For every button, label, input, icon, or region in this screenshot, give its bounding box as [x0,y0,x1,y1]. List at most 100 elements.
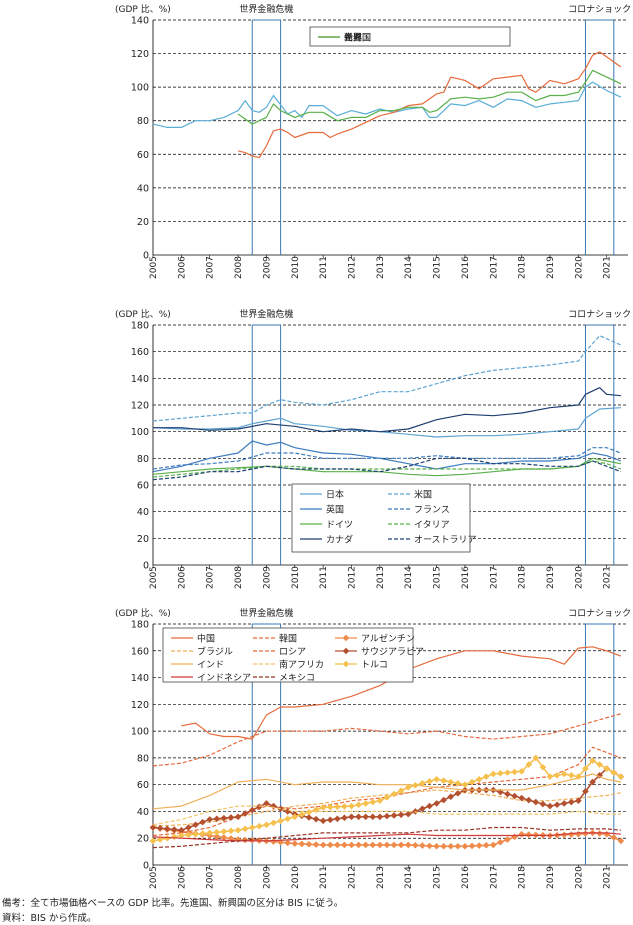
y-tick-label: 20 [137,534,149,545]
x-tick-label: 2010 [291,566,301,589]
data-point-marker [369,813,377,821]
data-point-marker [426,778,433,785]
y-tick-label: 20 [137,217,149,228]
series-line-1-3 [237,69,622,125]
x-tick-label: 2014 [404,566,414,589]
y-axis-title: (GDP 比、%) [115,607,171,619]
x-tick-label: 2015 [433,866,443,889]
x-tick-label: 2013 [376,866,386,889]
x-tick-label: 2006 [177,866,187,889]
data-point-marker [206,816,214,823]
data-point-marker [610,834,618,841]
legend-label: ドイツ [326,521,353,531]
data-point-marker [256,822,263,830]
data-point-marker [532,798,540,806]
data-point-marker [546,802,554,810]
data-point-marker [319,817,327,825]
data-point-marker [489,770,497,778]
y-tick-label: 160 [131,646,149,657]
y-tick-label: 120 [131,401,149,412]
legend-2: 日本英国ドイツカナダ 米国フランスイタリアオーストラリア [291,483,477,553]
data-point-marker [227,814,235,821]
chart-figure: 0204060801001201402005 2006 2007 2008 2009 20… [115,3,631,889]
data-point-marker [567,831,575,838]
y-tick-label: 100 [131,427,149,438]
data-point-marker [334,803,341,811]
y-tick-label: 80 [137,753,149,764]
data-point-marker [263,821,270,829]
y-tick-label: 40 [137,183,149,194]
x-tick-label: 2014 [404,866,414,889]
legend-3: 中国ブラジルインドインドネシア 韓国ロシア南アフリカメキシコ アルゼンチンサウジアラ… [162,627,424,684]
y-tick-label: 100 [131,727,149,738]
data-point-marker [170,826,178,833]
x-tick-label: 2020 [574,256,584,279]
data-point-marker [149,824,157,831]
x-tick-label: 2016 [461,566,471,589]
legend-label: オーストラリア [414,535,477,546]
x-tick-label: 2013 [376,256,386,279]
data-point-marker [497,838,504,846]
data-point-marker [312,841,320,848]
x-tick-label: 2009 [262,566,272,589]
data-point-marker [291,840,299,847]
data-point-marker [440,796,447,804]
data-point-marker [412,841,419,849]
y-tick-label: 40 [137,507,149,518]
data-point-marker [277,817,284,825]
data-point-marker [497,769,504,777]
x-tick-label: 2015 [433,256,443,279]
x-tick-label: 2008 [234,256,244,279]
x-tick-label: 2006 [177,566,187,589]
legend-label: イタリア [414,520,450,531]
legend-label: 日本 [326,489,344,501]
x-tick-label: 2017 [489,866,499,889]
y-tick-label: 60 [137,150,149,161]
data-point-marker [369,841,377,849]
x-tick-label: 2012 [348,256,358,279]
legend-label: トルコ [361,661,388,671]
y-tick-label: 140 [131,374,149,385]
data-point-marker [334,841,341,849]
x-tick-label: 2018 [518,256,528,279]
data-point-marker [582,830,589,837]
x-tick-label: 2009 [262,256,272,279]
data-point-marker [376,841,384,849]
annotation-label: 世界金融危機 [239,3,293,15]
x-tick-label: 2019 [546,256,556,279]
x-tick-label: 2020 [574,566,584,589]
data-point-marker [489,841,497,849]
data-point-marker [504,790,511,798]
data-point-marker [419,805,426,813]
data-point-marker [433,776,440,783]
chart-panel-3: 0204060801001201401601802005 2006 2007 2008… [115,607,631,889]
x-tick-label: 2021 [603,566,613,589]
data-point-marker [199,818,206,826]
data-point-marker [447,793,455,801]
data-point-marker [348,813,355,821]
data-point-marker [397,841,405,849]
y-tick-label: 80 [137,454,149,465]
data-point-marker [270,819,277,827]
data-point-marker [213,828,221,836]
data-point-marker [390,790,398,798]
annotation-label: 世界金融危機 [239,308,293,320]
data-point-marker [610,769,618,776]
y-tick-label: 60 [137,481,149,492]
y-tick-label: 140 [131,673,149,684]
x-tick-label: 2007 [206,866,216,889]
data-point-marker [369,798,377,806]
data-point-marker [383,812,391,820]
legend-label: ブラジル [197,646,233,658]
data-point-marker [504,769,511,776]
data-point-marker [355,841,362,849]
x-tick-label: 2018 [518,866,528,889]
series-line-2-7 [153,387,621,433]
legend-label: インド [197,661,224,671]
data-point-marker [560,800,568,807]
data-point-marker [426,842,433,850]
data-point-marker [248,806,256,814]
data-point-marker [284,815,292,823]
data-point-marker [475,842,483,849]
data-point-marker [433,842,440,850]
